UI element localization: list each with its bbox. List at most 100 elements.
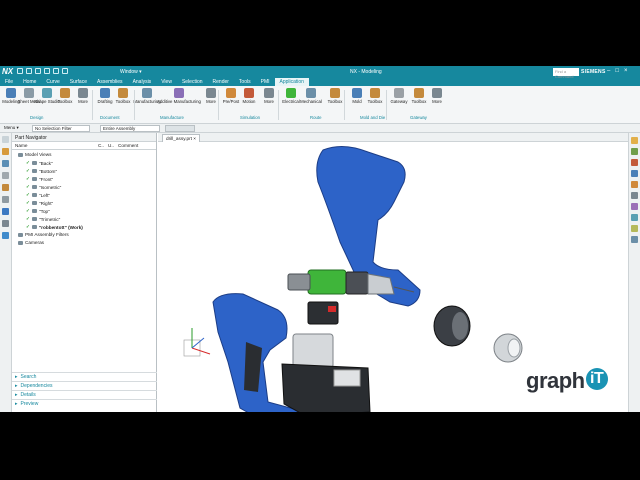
studio-icon[interactable]	[631, 203, 638, 210]
ribbon-button-electrical[interactable]: Electrical	[282, 88, 300, 104]
camera-icon[interactable]	[631, 214, 638, 221]
tree-item[interactable]: ✓ "Front"	[26, 176, 53, 182]
document-tab[interactable]: drill_assy.prt ×	[162, 134, 201, 142]
menu-item-view[interactable]: View	[156, 78, 177, 86]
tree-item[interactable]: ✓ "Left"	[26, 192, 50, 198]
constraint-navigator-icon[interactable]	[2, 160, 9, 167]
ribbon-button-drafting[interactable]: Drafting	[96, 88, 114, 104]
assembly-navigator-icon[interactable]	[2, 148, 9, 155]
column-header[interactable]: Comment	[118, 143, 138, 148]
web-browser-icon[interactable]	[2, 232, 9, 239]
visibility-check-icon[interactable]: ✓	[26, 160, 30, 166]
ribbon-button-pre-post[interactable]: Pre/Post	[222, 88, 240, 104]
history-icon[interactable]	[2, 184, 9, 191]
window-menu[interactable]: Window ▾	[120, 69, 142, 75]
save-icon[interactable]	[17, 68, 23, 74]
column-header[interactable]: Name	[15, 143, 28, 148]
command-search-input[interactable]: Find a Command	[553, 68, 579, 79]
tree-item[interactable]: ✓ "Bottom"	[26, 168, 57, 174]
motor-body[interactable]	[307, 269, 347, 295]
menu-item-selection[interactable]: Selection	[177, 78, 208, 86]
menu-item-assemblies[interactable]: Assemblies	[92, 78, 128, 86]
trigger-switch[interactable]	[307, 301, 339, 325]
section-search[interactable]: ▸ Search	[12, 372, 157, 381]
ribbon-button-mold[interactable]: Mold	[348, 88, 366, 104]
system-materials-icon[interactable]	[2, 196, 9, 203]
menu-item-pmi[interactable]: PMI	[256, 78, 275, 86]
roles-icon[interactable]	[2, 220, 9, 227]
part-navigator-icon[interactable]	[2, 136, 9, 143]
fit-icon[interactable]	[631, 148, 638, 155]
menu-item-application[interactable]: Application	[274, 78, 309, 86]
menu-item-home[interactable]: Home	[18, 78, 41, 86]
menu-item-render[interactable]: Render	[208, 78, 234, 86]
ribbon-button-more[interactable]: More	[428, 88, 446, 104]
tree-item[interactable]: Cameras	[18, 240, 44, 245]
ribbon-button-toolbox[interactable]: Toolbox	[366, 88, 384, 104]
menu-item-tools[interactable]: Tools	[234, 78, 256, 86]
tree-item[interactable]: ✓ "robbentott" (Work)	[26, 224, 83, 230]
ribbon-button-additive-manufacturing[interactable]: Additive Manufacturing	[157, 88, 201, 104]
ribbon-button-motion[interactable]: Motion	[240, 88, 258, 104]
visibility-check-icon[interactable]: ✓	[26, 224, 30, 230]
view-orientation-icon[interactable]	[631, 137, 638, 144]
ribbon-button-toolbox[interactable]: Toolbox	[114, 88, 132, 104]
ribbon-button-manufacturing[interactable]: Manufacturing	[133, 88, 161, 104]
menu-item-curve[interactable]: Curve	[41, 78, 64, 86]
maximize-icon[interactable]: □	[615, 68, 619, 74]
menu-button[interactable]: Menu ▾	[2, 125, 21, 132]
layer-icon[interactable]	[631, 181, 638, 188]
redo-icon[interactable]	[35, 68, 41, 74]
close-icon[interactable]: ×	[624, 68, 628, 74]
visibility-check-icon[interactable]: ✓	[26, 168, 30, 174]
visibility-check-icon[interactable]: ✓	[26, 176, 30, 182]
measure-icon[interactable]	[631, 225, 638, 232]
ribbon-button-mechanical[interactable]: Mechanical	[300, 88, 322, 104]
ribbon-button-more[interactable]: More	[260, 88, 278, 104]
tree-item[interactable]: Model Views	[18, 152, 52, 157]
tree-item[interactable]: ✓ "Top"	[26, 208, 50, 214]
tree-item[interactable]: ✓ "Back"	[26, 160, 53, 166]
paste-icon[interactable]	[62, 68, 68, 74]
tree-item[interactable]: ✓ "Isometric"	[26, 184, 61, 190]
tree-item[interactable]: PMI Assembly Filters	[18, 232, 69, 237]
ribbon-button-more[interactable]: More	[74, 88, 92, 104]
cut-icon[interactable]	[44, 68, 50, 74]
gearbox[interactable]	[345, 271, 369, 295]
section-preview[interactable]: ▸ Preview	[12, 399, 157, 408]
undo-icon[interactable]	[26, 68, 32, 74]
copy-icon[interactable]	[53, 68, 59, 74]
motor-endcap[interactable]	[287, 273, 311, 291]
settings-icon[interactable]	[631, 236, 638, 243]
visibility-check-icon[interactable]: ✓	[26, 200, 30, 206]
view-triad[interactable]	[183, 328, 211, 357]
visibility-check-icon[interactable]: ✓	[26, 184, 30, 190]
ribbon-button-toolbox[interactable]: Toolbox	[56, 88, 74, 104]
close-tab-icon[interactable]: ×	[193, 136, 196, 141]
section-details[interactable]: ▸ Details	[12, 390, 157, 399]
selection-filter-dropdown[interactable]: No Selection Filter	[32, 125, 90, 132]
menu-item-surface[interactable]: Surface	[65, 78, 92, 86]
snap-view-icon[interactable]	[631, 192, 638, 199]
ribbon-button-gateway[interactable]: Gateway	[390, 88, 408, 104]
process-studio-icon[interactable]	[2, 208, 9, 215]
ribbon-button-toolbox[interactable]: Toolbox	[326, 88, 344, 104]
selection-scope-dropdown[interactable]: Entire Assembly	[100, 125, 160, 132]
section-view-icon[interactable]	[631, 170, 638, 177]
ribbon-button-shape-studio[interactable]: Shape Studio	[34, 88, 60, 104]
visibility-check-icon[interactable]: ✓	[26, 208, 30, 214]
visibility-check-icon[interactable]: ✓	[26, 192, 30, 198]
tree-item[interactable]: ✓ "Right"	[26, 200, 53, 206]
column-header[interactable]: U..	[108, 143, 114, 148]
snap-toolbar[interactable]	[165, 125, 195, 132]
reuse-library-icon[interactable]	[2, 172, 9, 179]
menu-item-file[interactable]: File	[0, 78, 18, 86]
menu-item-analysis[interactable]: Analysis	[128, 78, 157, 86]
section-dependencies[interactable]: ▸ Dependencies	[12, 381, 157, 390]
tree-item[interactable]: ✓ "Trimetric"	[26, 216, 60, 222]
battery-top[interactable]	[292, 333, 334, 369]
ribbon-button-toolbox[interactable]: Toolbox	[410, 88, 428, 104]
minimize-icon[interactable]: –	[607, 68, 610, 74]
visibility-check-icon[interactable]: ✓	[26, 216, 30, 222]
column-header[interactable]: C..	[98, 143, 104, 148]
